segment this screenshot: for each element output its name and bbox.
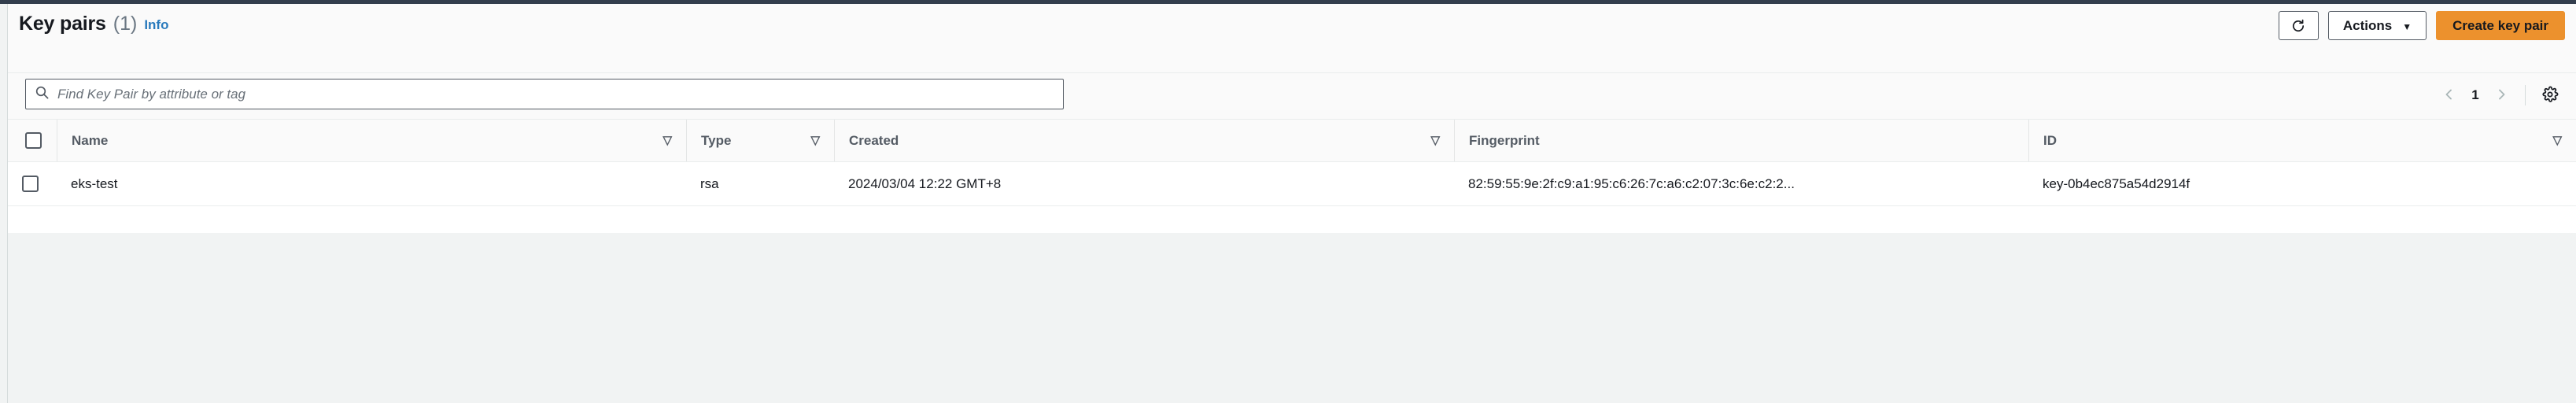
pagination: 1 [2434,81,2567,109]
select-all-checkbox[interactable] [25,132,42,149]
refresh-button[interactable] [2278,11,2319,40]
filter-row: 1 [8,73,2576,119]
column-header-type[interactable]: Type ▽ [686,119,834,162]
column-header-name-label: Name [72,132,109,148]
table-header-row: Name ▽ Type ▽ Created ▽ Fingerprint ID ▽ [8,119,2576,162]
pagination-next-button[interactable] [2486,81,2517,109]
table-preferences-button[interactable] [2534,81,2567,109]
cell-id: key-0b4ec875a54d2914f [2028,161,2576,206]
key-pairs-panel: Key pairs (1) Info Actions ▼ Create key … [7,4,2576,233]
actions-button[interactable]: Actions ▼ [2327,11,2427,40]
pagination-prev-button[interactable] [2434,81,2465,109]
pagination-page-1[interactable]: 1 [2465,87,2486,103]
chevron-down-icon: ▼ [2402,20,2412,32]
info-link[interactable]: Info [144,17,168,33]
page-background-area [7,233,2576,403]
search-input[interactable] [57,79,1063,109]
create-key-pair-label: Create key pair [2452,17,2548,33]
sort-icon-id[interactable]: ▽ [2552,135,2562,146]
page-title-text: Key pairs [19,13,106,35]
column-header-name[interactable]: Name ▽ [57,119,686,162]
page-title: Key pairs (1) Info [19,13,168,35]
chevron-right-icon [2495,88,2508,103]
cell-created: 2024/03/04 12:22 GMT+8 [834,161,1454,206]
column-header-select [8,119,57,162]
table-row[interactable]: eks-test rsa 2024/03/04 12:22 GMT+8 82:5… [8,161,2576,206]
create-key-pair-button[interactable]: Create key pair [2436,11,2565,40]
key-pairs-count: (1) [113,13,138,35]
sort-icon-name[interactable]: ▽ [662,135,672,146]
search-box[interactable] [25,79,1064,109]
cell-fingerprint: 82:59:55:9e:2f:c9:a1:95:c6:26:7c:a6:c2:0… [1454,161,2028,206]
panel-header: Key pairs (1) Info Actions ▼ Create key … [8,4,2576,73]
search-icon [35,85,50,104]
cell-type: rsa [686,161,834,206]
chevron-left-icon [2443,88,2456,103]
column-header-created-label: Created [849,132,899,148]
actions-button-label: Actions [2342,17,2393,33]
column-header-id[interactable]: ID ▽ [2028,119,2576,162]
column-header-fingerprint[interactable]: Fingerprint [1454,119,2028,162]
gear-icon [2541,86,2559,105]
column-header-type-label: Type [701,132,732,148]
pagination-divider [2525,85,2526,105]
row-select-cell [8,161,57,206]
sort-icon-created[interactable]: ▽ [1430,135,1440,146]
column-header-fingerprint-label: Fingerprint [1469,132,1540,148]
cell-name: eks-test [57,161,686,206]
column-header-id-label: ID [2043,132,2057,148]
row-checkbox[interactable] [22,176,39,192]
table-header: Name ▽ Type ▽ Created ▽ Fingerprint ID ▽ [8,119,2576,162]
column-header-created[interactable]: Created ▽ [834,119,1454,162]
key-pairs-table: Name ▽ Type ▽ Created ▽ Fingerprint ID ▽… [8,119,2576,206]
table-body: eks-test rsa 2024/03/04 12:22 GMT+8 82:5… [8,161,2576,206]
refresh-icon [2290,18,2306,34]
header-actions: Actions ▼ Create key pair [2278,11,2565,40]
sort-icon-type[interactable]: ▽ [810,135,820,146]
